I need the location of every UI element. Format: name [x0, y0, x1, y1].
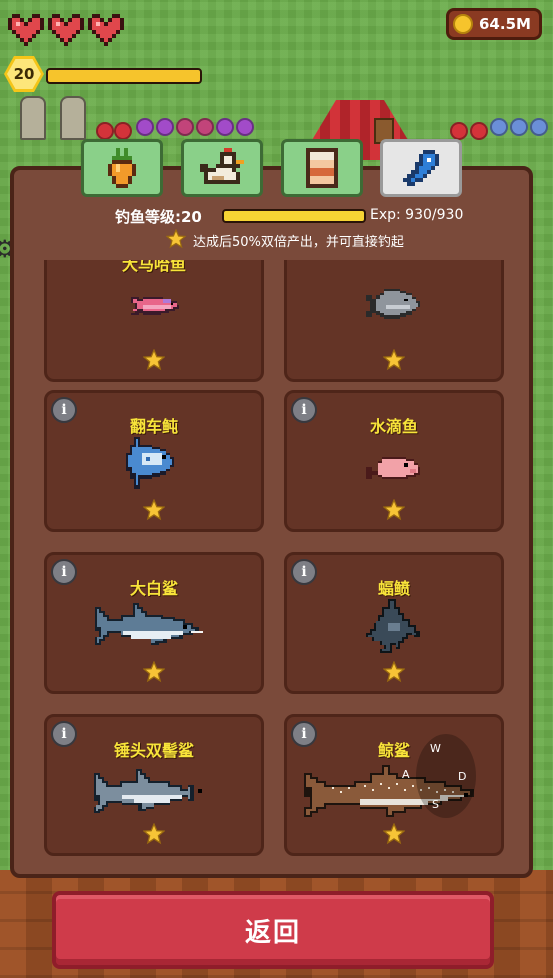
fish-name: 锤头双髻鲨	[113, 741, 194, 760]
tab-animals[interactable]	[181, 139, 263, 197]
blobfish-icon	[366, 457, 420, 479]
joystick-up-label: W	[430, 742, 441, 755]
fish-card[interactable]: i 大白鲨	[44, 552, 264, 694]
fishing-level-label: 钓鱼等级:20	[115, 208, 202, 226]
star-icon	[143, 349, 165, 371]
heart-icon	[8, 14, 44, 46]
fish-card[interactable]: i 翻车鲀	[44, 390, 264, 532]
carrot-icon	[108, 148, 136, 188]
hammerhead-shark-icon	[94, 769, 202, 813]
star-icon	[166, 229, 186, 249]
star-icon	[383, 349, 405, 371]
statue-decoration	[60, 96, 86, 140]
bonus-hint: 达成后50%双倍产出，并可直接钓起	[193, 235, 404, 250]
joystick-down-label: S	[432, 798, 439, 811]
exp-progress-fill	[224, 211, 364, 221]
level-progress-bar	[46, 68, 202, 84]
fish-card[interactable]: 大马哈鱼	[44, 260, 264, 382]
jar-icon	[306, 148, 338, 188]
sunfish-icon	[126, 437, 174, 489]
heart-icon	[48, 14, 84, 46]
back-button[interactable]: 返回	[52, 891, 494, 969]
health-hearts	[8, 14, 124, 46]
level-progress-fill	[48, 70, 200, 82]
fish-name: 翻车鲀	[129, 417, 178, 436]
coin-counter[interactable]: 64.5M	[446, 8, 542, 40]
tab-crops[interactable]	[81, 139, 163, 197]
exp-progress-bar	[222, 209, 366, 223]
star-icon	[383, 661, 405, 683]
coin-amount: 64.5M	[479, 15, 531, 33]
coin-icon	[453, 14, 473, 34]
star-icon	[143, 661, 165, 683]
joystick-right-label: D	[458, 770, 467, 783]
fish-name: 大白鲨	[129, 579, 178, 598]
great-white-shark-icon	[95, 603, 203, 645]
star-icon	[143, 823, 165, 845]
heart-icon	[88, 14, 124, 46]
fish-name: 蝠鲼	[377, 579, 410, 598]
fish-icon	[403, 150, 439, 186]
salmon-icon	[131, 297, 179, 315]
fish-card[interactable]: i 水滴鱼	[284, 390, 504, 532]
fish-name: 水滴鱼	[369, 417, 418, 436]
fish-card[interactable]: i 锤头双髻鲨	[44, 714, 264, 856]
joystick-left-label: A	[402, 768, 410, 781]
fish-card[interactable]	[284, 260, 504, 382]
star-icon	[143, 499, 165, 521]
virtual-joystick[interactable]: W A D S	[402, 734, 476, 818]
fish-icon	[366, 289, 420, 319]
star-icon	[383, 499, 405, 521]
statue-decoration	[20, 96, 46, 140]
fish-card[interactable]: i 蝠鲼	[284, 552, 504, 694]
star-icon	[383, 823, 405, 845]
exp-text: Exp: 930/930	[370, 207, 464, 223]
manta-ray-icon	[366, 599, 420, 653]
tab-products[interactable]	[281, 139, 363, 197]
chicken-icon	[200, 148, 244, 184]
tab-fishing[interactable]	[380, 139, 462, 197]
fish-name: 大马哈鱼	[121, 260, 186, 274]
joystick-pad[interactable]	[416, 734, 476, 818]
